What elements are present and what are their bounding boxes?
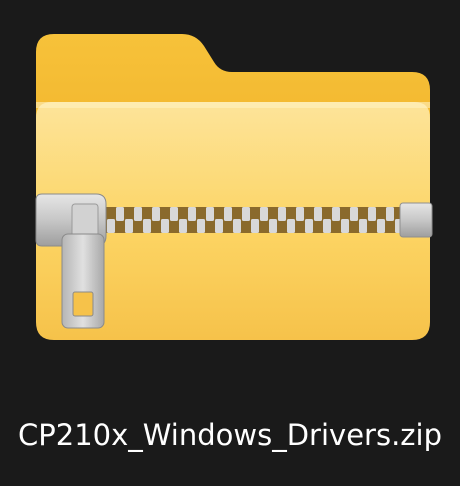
zipper-tooth [386, 207, 394, 221]
zipper-tooth [215, 219, 223, 233]
zipper-tooth [188, 207, 196, 221]
zipper-tooth [368, 207, 376, 221]
zipper-tooth [116, 207, 124, 221]
zipper-tooth [152, 207, 160, 221]
zipper-tooth [125, 219, 133, 233]
zipper-tooth [107, 219, 115, 233]
zipper-tooth [143, 219, 151, 233]
zip-folder-icon[interactable] [0, 0, 460, 400]
zipper-tooth [296, 207, 304, 221]
zipper-tooth [134, 207, 142, 221]
zipper-tooth [260, 207, 268, 221]
zipper-tooth [179, 219, 187, 233]
zipper-tooth [350, 207, 358, 221]
zipper-teeth [96, 207, 403, 233]
zipper-tooth [341, 219, 349, 233]
zipper-end-stop [399, 202, 433, 238]
zipper-tooth [251, 219, 259, 233]
zipper-tooth [305, 219, 313, 233]
zipper-tooth [269, 219, 277, 233]
zipper-tooth [314, 207, 322, 221]
zipper-tooth [224, 207, 232, 221]
zipper-tooth [206, 207, 214, 221]
file-name-label[interactable]: CP210x_Windows_Drivers.zip [0, 418, 460, 452]
zipper-tooth [359, 219, 367, 233]
zipper-tooth [170, 207, 178, 221]
desktop-file-item[interactable]: CP210x_Windows_Drivers.zip [0, 0, 460, 486]
zipper-tooth [233, 219, 241, 233]
zipper-tooth [278, 207, 286, 221]
zipper-tooth [287, 219, 295, 233]
zipper-tooth [377, 219, 385, 233]
zipper-tooth [197, 219, 205, 233]
zipper-tooth [242, 207, 250, 221]
zipper-tooth [323, 219, 331, 233]
zipper-tooth [161, 219, 169, 233]
zipper-tooth [332, 207, 340, 221]
